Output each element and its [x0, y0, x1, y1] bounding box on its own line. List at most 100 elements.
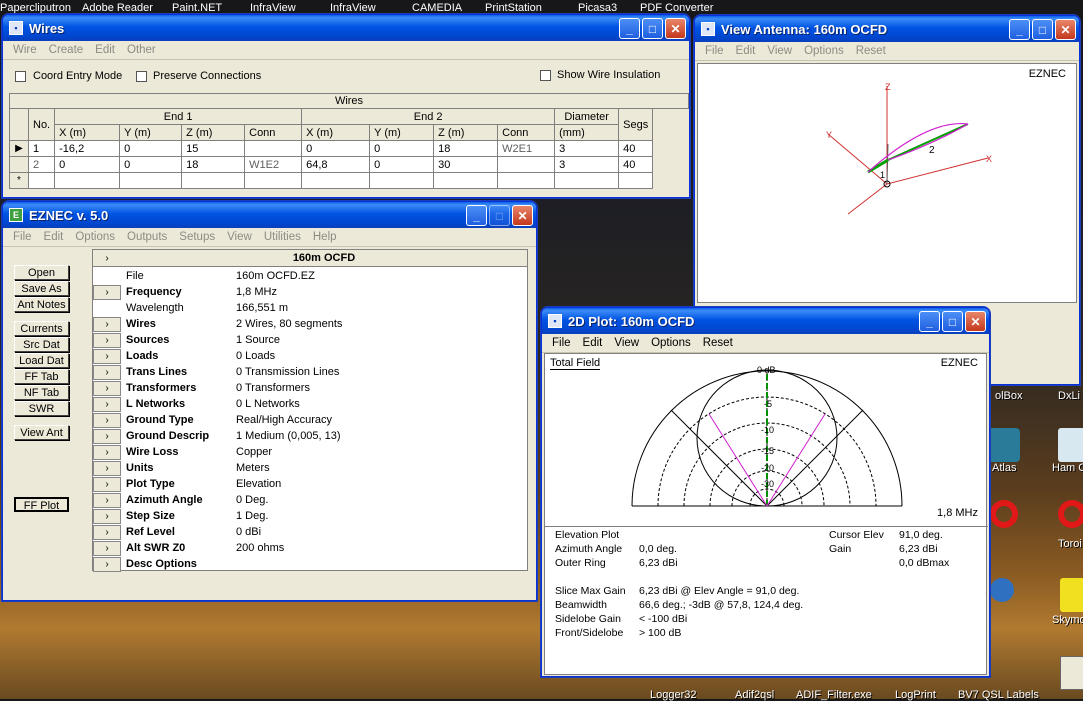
col-header[interactable]: Conn [497, 124, 556, 141]
plot-titlebar[interactable]: ▪ 2D Plot: 160m OCFD _ □ ✕ [542, 308, 989, 334]
table-cell[interactable]: W2E1 [497, 140, 556, 157]
row-selector[interactable]: ▶ [9, 140, 29, 157]
save-as-button[interactable]: Save As [14, 281, 69, 296]
coord-entry-checkbox[interactable] [15, 71, 26, 82]
table-cell[interactable]: W1E2 [244, 156, 303, 173]
table-row[interactable]: 2 0 0 18 W1E2 64,8 0 30 3 40 [9, 156, 654, 173]
desktop-label[interactable]: Paint.NET [172, 2, 222, 14]
skymo-icon[interactable] [1060, 578, 1083, 612]
menu-options[interactable]: Options [645, 337, 697, 349]
table-cell[interactable]: 0 [119, 140, 183, 157]
wires-titlebar[interactable]: ▪ Wires _ □ ✕ [3, 15, 689, 41]
property-row[interactable]: File 160m OCFD.EZ [93, 268, 528, 284]
menu-file[interactable]: File [546, 337, 577, 349]
expand-arrow-button[interactable]: › [93, 412, 121, 428]
table-cell[interactable]: 0 [301, 140, 371, 157]
minimize-button[interactable]: _ [919, 311, 940, 332]
menu-outputs[interactable]: Outputs [121, 231, 173, 243]
desktop-label[interactable]: PDF Converter [640, 2, 713, 14]
ff-tab-button[interactable]: FF Tab [14, 369, 69, 384]
desktop-label[interactable]: CAMEDIA [412, 2, 462, 14]
minimize-button[interactable]: _ [466, 205, 487, 226]
property-row[interactable]: › Plot Type Elevation [93, 476, 528, 492]
menu-edit[interactable]: Edit [89, 44, 121, 56]
desktop-label[interactable]: Adobe Reader [82, 2, 153, 14]
menu-view[interactable]: View [608, 337, 645, 349]
load-dat-button[interactable]: Load Dat [14, 353, 69, 368]
nf-tab-button[interactable]: NF Tab [14, 385, 69, 400]
expand-arrow-button[interactable]: › [93, 524, 121, 540]
ant-notes-button[interactable]: Ant Notes [14, 297, 69, 312]
menu-reset[interactable]: Reset [697, 337, 739, 349]
property-row[interactable]: › Units Meters [93, 460, 528, 476]
show-insulation-checkbox[interactable] [540, 70, 551, 81]
close-button[interactable]: ✕ [965, 311, 986, 332]
menu-view[interactable]: View [221, 231, 258, 243]
ham-radio-icon[interactable] [1060, 656, 1083, 690]
property-row[interactable]: › Ground Type Real/High Accuracy [93, 412, 528, 428]
db-icon[interactable] [990, 578, 1014, 602]
property-row[interactable]: › Ground Descrip 1 Medium (0,005, 13) [93, 428, 528, 444]
menu-options[interactable]: Options [798, 45, 850, 57]
ham-icon[interactable] [1058, 428, 1083, 462]
row-selector[interactable]: * [9, 172, 29, 189]
property-row[interactable]: › Trans Lines 0 Transmission Lines [93, 364, 528, 380]
maximize-button[interactable]: □ [642, 18, 663, 39]
expand-arrow-button[interactable]: › [93, 380, 121, 396]
table-cell[interactable]: 3 [554, 140, 620, 157]
expand-arrow-button[interactable]: › [93, 284, 121, 300]
col-header[interactable]: Z (m) [181, 124, 246, 141]
close-button[interactable]: ✕ [512, 205, 533, 226]
menu-edit[interactable]: Edit [730, 45, 762, 57]
close-button[interactable]: ✕ [665, 18, 686, 39]
col-header[interactable]: X (m) [301, 124, 371, 141]
property-row[interactable]: › Frequency 1,8 MHz [93, 284, 528, 300]
ff-plot-button[interactable]: FF Plot [14, 497, 69, 512]
table-cell[interactable]: 64,8 [301, 156, 371, 173]
expand-arrow-button[interactable]: › [93, 348, 121, 364]
expand-arrow-button[interactable]: › [93, 460, 121, 476]
expand-arrow-button[interactable]: › [93, 396, 121, 412]
eznec-titlebar[interactable]: E EZNEC v. 5.0 _ □ ✕ [3, 202, 536, 228]
table-cell[interactable]: 40 [618, 140, 654, 157]
table-cell[interactable]: 18 [181, 156, 246, 173]
table-cell[interactable]: 15 [181, 140, 246, 157]
property-row[interactable]: › Transformers 0 Transformers [93, 380, 528, 396]
view-ant-button[interactable]: View Ant [14, 425, 69, 440]
expand-arrow-button[interactable]: › [93, 540, 121, 556]
menu-other[interactable]: Other [121, 44, 162, 56]
col-header[interactable]: X (m) [54, 124, 121, 141]
desktop-label[interactable]: PrintStation [485, 2, 542, 14]
property-row[interactable]: › Wire Loss Copper [93, 444, 528, 460]
desktop-label[interactable]: InfraView [250, 2, 296, 14]
minimize-button[interactable]: _ [619, 18, 640, 39]
col-header[interactable]: Y (m) [119, 124, 183, 141]
antenna-canvas[interactable]: EZNEC Z Y X 1 2 [697, 63, 1077, 303]
menu-edit[interactable]: Edit [38, 231, 70, 243]
menu-file[interactable]: File [7, 231, 38, 243]
col-header[interactable]: Conn [244, 124, 303, 141]
atlas-icon[interactable] [986, 428, 1020, 462]
maximize-button[interactable]: □ [1032, 19, 1053, 40]
core-calculator-icon[interactable] [990, 500, 1018, 528]
property-row[interactable]: › Loads 0 Loads [93, 348, 528, 364]
toroid-icon[interactable] [1058, 500, 1083, 528]
table-cell[interactable]: 40 [618, 156, 654, 173]
desktop-label[interactable]: InfraView [330, 2, 376, 14]
menu-setups[interactable]: Setups [173, 231, 221, 243]
col-header[interactable]: Y (m) [369, 124, 435, 141]
property-row[interactable]: › Desc Options [93, 556, 528, 572]
col-header[interactable]: Z (m) [433, 124, 499, 141]
table-cell[interactable]: 3 [554, 156, 620, 173]
table-cell[interactable]: 18 [433, 140, 499, 157]
expand-arrow-button[interactable]: › [93, 364, 121, 380]
property-row[interactable]: › Azimuth Angle 0 Deg. [93, 492, 528, 508]
menu-help[interactable]: Help [307, 231, 343, 243]
menu-view[interactable]: View [761, 45, 798, 57]
expand-arrow-button[interactable]: › [93, 556, 121, 572]
table-cell[interactable] [497, 156, 556, 173]
table-cell[interactable]: 0 [369, 156, 435, 173]
expand-arrow-button[interactable]: › [93, 508, 121, 524]
expand-arrow-button[interactable]: › [93, 332, 121, 348]
desktop-label[interactable]: Picasa3 [578, 2, 617, 14]
